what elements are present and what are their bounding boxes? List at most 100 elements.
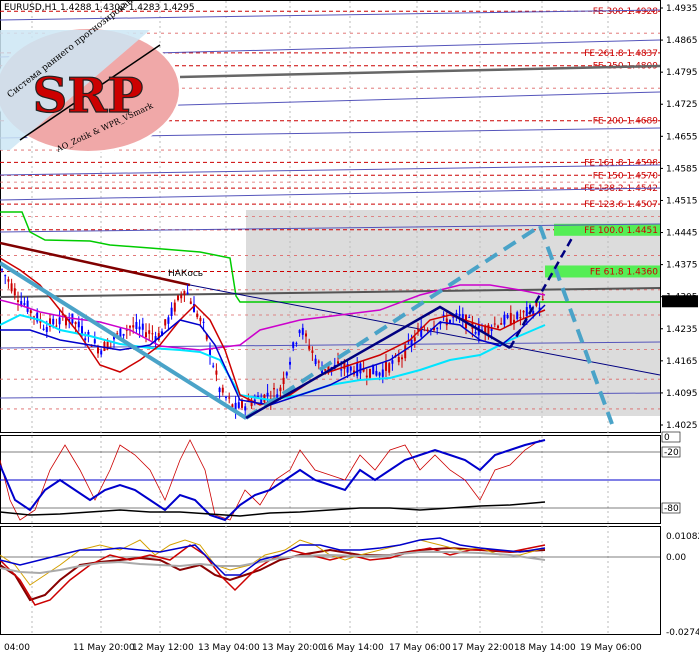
candle-body (276, 394, 279, 399)
price-axis-label: 1.4445 (666, 229, 698, 239)
fib-level-label: FE 123.6 1.4507 (584, 200, 658, 210)
candle-body (177, 295, 179, 301)
fib-level-label: FE 261.8 1.4837 (584, 49, 658, 59)
time-axis-label: 12 May 12:00 (132, 643, 194, 653)
candle-body (138, 326, 141, 330)
fib-level-label: FE 200 1.4689 (593, 117, 659, 127)
candle-body (132, 325, 135, 328)
candle-body (183, 291, 186, 296)
candle-body (218, 387, 221, 393)
candle-body (337, 361, 339, 364)
candle-body (273, 388, 275, 390)
candle-body (202, 321, 205, 323)
candle-body (196, 313, 199, 318)
candle-body (93, 339, 96, 344)
candle-body (308, 345, 311, 349)
candle-body (241, 400, 243, 408)
candle-body (314, 358, 317, 365)
candle-body (397, 356, 400, 363)
pattern-leg (0, 261, 248, 420)
candle-body (164, 319, 167, 326)
candle-body (186, 292, 189, 294)
candle-body (298, 330, 301, 334)
price-axis-label: 1.4165 (666, 357, 698, 367)
time-axis-label: 18 May 14:00 (514, 643, 576, 653)
candle-body (244, 406, 247, 411)
candle-body (45, 327, 48, 333)
price-axis-label: 1.4375 (666, 261, 698, 271)
candle-body (189, 301, 192, 304)
candle-body (292, 342, 295, 348)
candle-body (388, 363, 391, 373)
price-axis-label: 1.4655 (666, 132, 698, 142)
price-axis-label: 1.4235 (666, 325, 698, 335)
candle-body (100, 350, 103, 355)
candle-body (173, 302, 176, 312)
time-axis-label: 13 May 20:00 (262, 643, 324, 653)
candle-body (449, 319, 451, 324)
candle-body (225, 397, 227, 399)
price-axis-label: 1.4935 (666, 4, 698, 14)
price-axis-label: 1.4725 (666, 100, 698, 110)
chart-window: FE 300 1.4928FE 261.8 1.4837FE 250 1.480… (0, 0, 699, 654)
ao-red-line (0, 544, 546, 606)
candle-body (84, 338, 87, 341)
candle-body (410, 339, 413, 345)
time-axis-label: 13 May 04:00 (198, 643, 260, 653)
candle-body (305, 333, 307, 337)
time-axis-label: 19 May 06:00 (580, 643, 642, 653)
candle-body (295, 342, 298, 344)
candle-body (97, 347, 99, 354)
candle-body (529, 304, 531, 309)
price-axis-label: 1.4515 (666, 196, 698, 206)
chart-header: EURUSD,H1 1.4288 1.4302 1.4283 1.4295 (4, 3, 195, 13)
price-axis-label: 1.4095 (666, 389, 698, 399)
candle-body (436, 327, 439, 330)
candle-body (10, 283, 13, 292)
candle-body (519, 316, 522, 319)
wpr-axis-label: -20 (664, 448, 679, 458)
candle-body (343, 362, 346, 369)
candle-body (212, 365, 215, 367)
price-axis-label: 1.4795 (666, 68, 698, 78)
candle-body (417, 329, 419, 331)
time-axis-label: 17 May 22:00 (452, 643, 514, 653)
candle-body (404, 345, 407, 359)
candle-body (170, 307, 173, 316)
candle-body (301, 327, 304, 335)
candle-body (122, 334, 125, 336)
candle-body (500, 323, 503, 325)
candle-body (324, 369, 327, 371)
candle-body (458, 313, 461, 317)
candle-body (423, 329, 426, 331)
fib-level-label: FE 161.8 1.4598 (584, 158, 658, 168)
time-axis-label: 17 May 06:00 (389, 643, 451, 653)
chart-svg[interactable]: FE 300 1.4928FE 261.8 1.4837FE 250 1.480… (0, 0, 699, 654)
candle-body (23, 303, 26, 305)
candle-body (228, 397, 231, 399)
candle-body (7, 279, 10, 282)
candle-body (129, 326, 131, 328)
ao-blue-line (0, 537, 546, 576)
ohlc-label: 1.4288 1.4302 1.4283 1.4295 (60, 3, 195, 13)
wpr-black-line (0, 501, 546, 517)
candle-body (522, 310, 525, 313)
fib-level-label: FE 61.8 1.4360 (590, 267, 658, 277)
candle-body (401, 357, 403, 360)
price-axis-label: 1.4025 (666, 421, 698, 431)
symbol-label: EURUSD,H1 (4, 3, 58, 13)
candle-body (468, 316, 471, 318)
candle-body (525, 307, 528, 317)
candle-body (359, 363, 362, 374)
candle-body (135, 322, 138, 330)
candle-body (52, 318, 55, 325)
candle-body (381, 369, 384, 377)
candle-body (55, 325, 58, 327)
candle-body (237, 402, 240, 408)
ao-panel-frame (0, 526, 661, 635)
wpr-axis-label: 0 (664, 433, 670, 443)
candle-body (391, 360, 394, 364)
candle-body (29, 310, 32, 314)
current-price-label: 1.4295 (666, 297, 698, 307)
ao-axis-label: 0.00 (666, 553, 686, 563)
